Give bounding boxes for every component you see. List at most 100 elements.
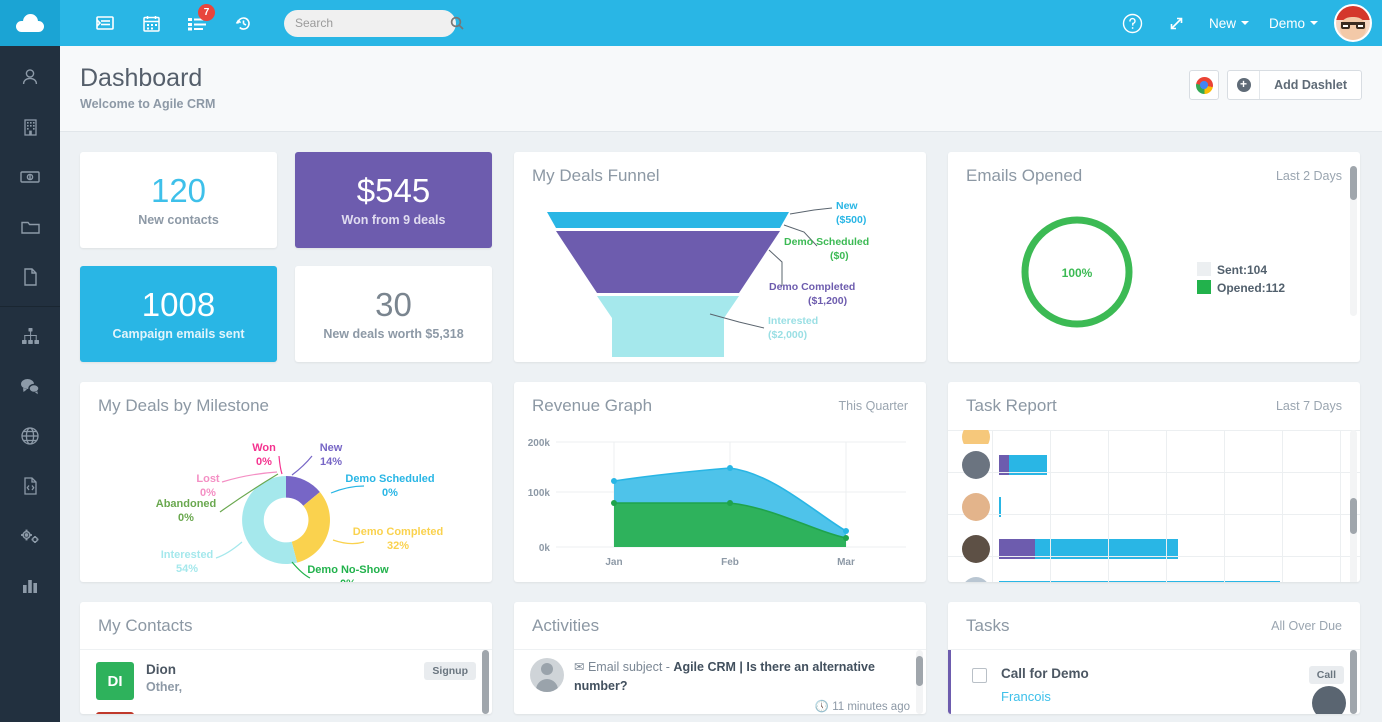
user-avatar[interactable] (1334, 4, 1372, 42)
avatar (962, 535, 990, 563)
sidebar-item-deals[interactable] (0, 152, 60, 202)
sidebar-divider (0, 306, 60, 307)
search-box[interactable] (284, 10, 456, 37)
contact-name: Dion (146, 662, 182, 677)
card-header: Task Report Last 7 Days (948, 382, 1360, 430)
y-tick-100k: 100k (528, 488, 551, 499)
page-header: Dashboard Welcome to Agile CRM + Add Das… (60, 46, 1382, 132)
deals-funnel-card: My Deals Funnel New ($500) Demo Schedule… (514, 152, 926, 362)
milestone-pct-demo-completed: 32% (387, 540, 409, 552)
sidebar-item-web-rules[interactable] (0, 411, 60, 461)
stat-tile-won-deals[interactable]: $545 Won from 9 deals (295, 152, 492, 248)
stat-tile-new-contacts[interactable]: 120 New contacts (80, 152, 277, 248)
expand-arrows-icon[interactable] (1155, 0, 1199, 46)
avatar (530, 658, 564, 692)
tasks-list-icon[interactable]: 7 (174, 0, 220, 46)
sidebar-item-reports[interactable] (0, 561, 60, 611)
task-assignee[interactable]: Francois (1001, 689, 1309, 704)
stat-value: 120 (151, 173, 206, 209)
search-input[interactable] (295, 16, 450, 30)
legend-label-opened: Opened:112 (1217, 281, 1285, 295)
emails-scrollbar[interactable] (1350, 166, 1357, 316)
search-icon (450, 16, 464, 30)
milestone-label-demo-no-show: Demo No-Show (307, 564, 389, 576)
list-item[interactable]: ✉ Email subject - Agile CRM | Is there a… (514, 650, 926, 714)
sidebar-item-campaigns[interactable] (0, 311, 60, 361)
contact-initials-avatar-partial (96, 712, 134, 714)
donut-center-label: 100% (1062, 266, 1093, 280)
avatar (962, 577, 990, 582)
app-logo[interactable] (0, 0, 60, 46)
chrome-extension-icon[interactable] (1189, 70, 1219, 100)
task-report-row (948, 430, 1360, 444)
add-dashlet-button[interactable]: + Add Dashlet (1227, 70, 1362, 100)
milestone-label-demo-completed: Demo Completed (353, 526, 443, 538)
funnel-chart: New ($500) Demo Scheduled ($0) Demo Comp… (514, 200, 926, 365)
card-title: My Contacts (98, 616, 192, 636)
task-checkbox[interactable] (972, 668, 987, 683)
activity-timestamp: 🕔 11 minutes ago (564, 699, 910, 713)
x-tick-jan: Jan (605, 557, 622, 568)
tasks-badge-count: 7 (198, 4, 215, 21)
activities-scrollbar[interactable] (916, 650, 923, 714)
card-meta: Last 2 Days (1276, 169, 1342, 183)
top-navigation-bar: 7 (0, 0, 1382, 46)
card-title: Task Report (966, 396, 1057, 416)
card-header: My Deals by Milestone (80, 382, 492, 430)
task-priority-bar (948, 650, 951, 714)
tasks-list: Call for Demo Francois Call (948, 650, 1360, 704)
funnel-label-0: New (836, 200, 858, 212)
milestone-pct-abandoned: 0% (178, 512, 194, 524)
sidebar-item-forms[interactable] (0, 461, 60, 511)
page-subtitle: Welcome to Agile CRM (80, 97, 215, 111)
task-type-pill[interactable]: Call (1309, 666, 1344, 684)
card-meta: This Quarter (839, 399, 908, 413)
new-menu-button[interactable]: New (1199, 0, 1259, 46)
card-header: My Contacts (80, 602, 492, 650)
tasks-scrollbar[interactable] (1350, 650, 1357, 714)
card-header: Activities (514, 602, 926, 650)
stat-value: $545 (357, 173, 430, 209)
inbox-icon[interactable] (82, 0, 128, 46)
dashboard-grid: 120 New contacts $545 Won from 9 deals 1… (60, 132, 1382, 722)
list-item[interactable]: DI Dion Other, Signup (80, 650, 492, 712)
sidebar-item-documents[interactable] (0, 252, 60, 302)
cloud-logo-icon (16, 14, 44, 32)
contact-tag-pill[interactable]: Signup (424, 662, 476, 680)
card-header: Emails Opened Last 2 Days (948, 152, 1360, 200)
avatar (1312, 686, 1346, 714)
page-header-actions: + Add Dashlet (1189, 70, 1362, 100)
task-report-card: Task Report Last 7 Days (948, 382, 1360, 582)
sidebar-item-companies[interactable] (0, 102, 60, 152)
list-item[interactable]: Call for Demo Francois Call (948, 650, 1360, 704)
stat-tile-campaign-emails[interactable]: 1008 Campaign emails sent (80, 266, 277, 362)
y-tick-0k: 0k (539, 543, 551, 554)
card-title: Emails Opened (966, 166, 1082, 186)
plus-circle-icon[interactable]: + (1228, 71, 1260, 99)
account-menu-button[interactable]: Demo (1259, 0, 1328, 46)
sidebar-item-contacts[interactable] (0, 52, 60, 102)
stat-tile-new-deals[interactable]: 30 New deals worth $5,318 (295, 266, 492, 362)
calendar-icon[interactable] (128, 0, 174, 46)
sidebar-item-cases[interactable] (0, 202, 60, 252)
help-circle-icon[interactable] (1111, 0, 1155, 46)
sidebar-item-social[interactable] (0, 361, 60, 411)
account-menu-label: Demo (1269, 16, 1305, 31)
add-dashlet-label[interactable]: Add Dashlet (1260, 71, 1361, 99)
stats-tiles-group: 120 New contacts $545 Won from 9 deals 1… (80, 152, 492, 362)
emails-donut-chart: 100% Sent:104 Opened:112 (948, 200, 1360, 365)
sidebar-item-settings[interactable] (0, 511, 60, 561)
card-header: My Deals Funnel (514, 152, 926, 200)
legend-label-sent: Sent:104 (1217, 263, 1267, 277)
contacts-scrollbar[interactable] (482, 650, 489, 714)
funnel-label-3: Interested (768, 315, 818, 327)
task-report-scrollbar[interactable] (1350, 430, 1357, 582)
tasks-card: Tasks All Over Due Call for Demo Francoi… (948, 602, 1360, 714)
milestone-pct-demo-scheduled: 0% (382, 487, 398, 499)
card-header: Tasks All Over Due (948, 602, 1360, 650)
avatar (962, 493, 990, 521)
milestone-label-demo-scheduled: Demo Scheduled (345, 473, 434, 485)
card-title: Activities (532, 616, 599, 636)
milestone-donut-svg: Won 0% New 14% Demo Scheduled 0% Demo Co… (80, 430, 492, 582)
history-icon[interactable] (220, 0, 266, 46)
